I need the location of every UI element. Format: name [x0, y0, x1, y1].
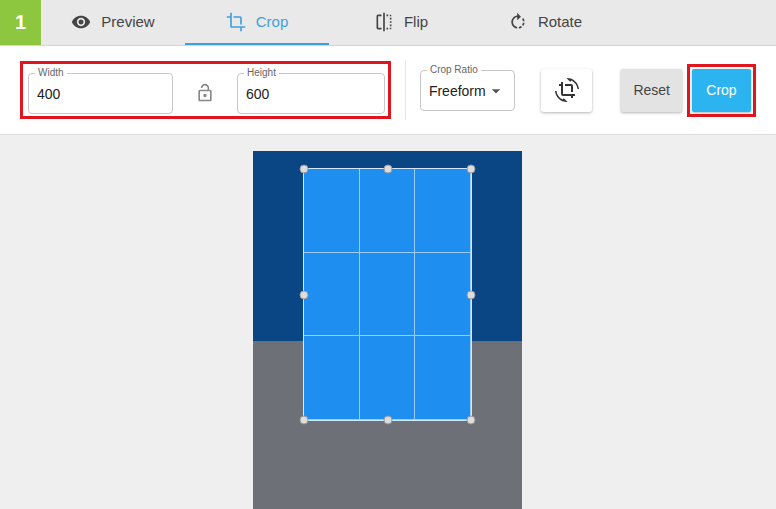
divider: [405, 60, 406, 120]
dropdown-arrow-icon: [486, 81, 506, 101]
image-editor: 1PreviewCropFlipRotateWidth400Height600C…: [0, 0, 776, 509]
crop-grid-cell: [304, 336, 360, 420]
eye-icon: [71, 12, 91, 32]
crop-grid-cell: [360, 169, 416, 253]
crop-grid-cell: [304, 169, 360, 253]
crop-ratio-select[interactable]: Crop RatioFreeform: [420, 70, 515, 111]
crop-grid-cell: [360, 336, 416, 420]
width-field[interactable]: Width400: [28, 73, 173, 114]
button-highlight: Crop: [687, 64, 756, 117]
secondary-button[interactable]: Reset: [621, 69, 682, 112]
tab[interactable]: Rotate: [473, 0, 617, 45]
button-highlight: Reset: [616, 64, 687, 117]
crop-handle[interactable]: [467, 290, 476, 299]
tab-bar: 1PreviewCropFlipRotate: [0, 0, 776, 46]
height-field[interactable]: Height600: [237, 73, 385, 114]
rotate-crop-button[interactable]: [541, 69, 593, 112]
crop-handle[interactable]: [467, 416, 476, 425]
crop-handle[interactable]: [300, 416, 309, 425]
flip-icon: [374, 12, 394, 32]
crop-handle[interactable]: [467, 165, 476, 174]
crop-handle[interactable]: [300, 165, 309, 174]
field-label: Crop Ratio: [427, 64, 481, 76]
unlock-icon: [195, 83, 215, 103]
crop-grid-cell: [415, 253, 471, 337]
tab[interactable]: Crop: [185, 0, 329, 45]
lock-toggle[interactable]: [181, 83, 229, 103]
step-badge: 1: [0, 0, 41, 45]
dimensions-group: Width400 Height600: [20, 61, 391, 119]
tabs: PreviewCropFlipRotate: [41, 0, 617, 45]
crop-box[interactable]: [303, 168, 472, 421]
canvas: [0, 135, 776, 509]
tab[interactable]: Flip: [329, 0, 473, 45]
crop-grid-cell: [415, 169, 471, 253]
field-label: Height: [244, 67, 279, 79]
crop-handle[interactable]: [383, 416, 392, 425]
primary-button[interactable]: Crop: [692, 69, 751, 112]
tab[interactable]: Preview: [41, 0, 185, 45]
crop-grid-cell: [415, 336, 471, 420]
crop-handle[interactable]: [300, 290, 309, 299]
rotate-icon: [508, 12, 528, 32]
crop-grid-cell: [304, 253, 360, 337]
photo: [253, 151, 522, 509]
crop-grid-cell: [360, 253, 416, 337]
crop-icon: [226, 12, 246, 32]
field-label: Width: [35, 67, 67, 79]
action-buttons: ResetCrop: [616, 64, 756, 117]
crop-handle[interactable]: [383, 165, 392, 174]
crop-toolbar: Width400 Height600 Crop RatioFreeform Reset…: [0, 46, 776, 135]
crop-rotate-icon: [555, 78, 579, 102]
